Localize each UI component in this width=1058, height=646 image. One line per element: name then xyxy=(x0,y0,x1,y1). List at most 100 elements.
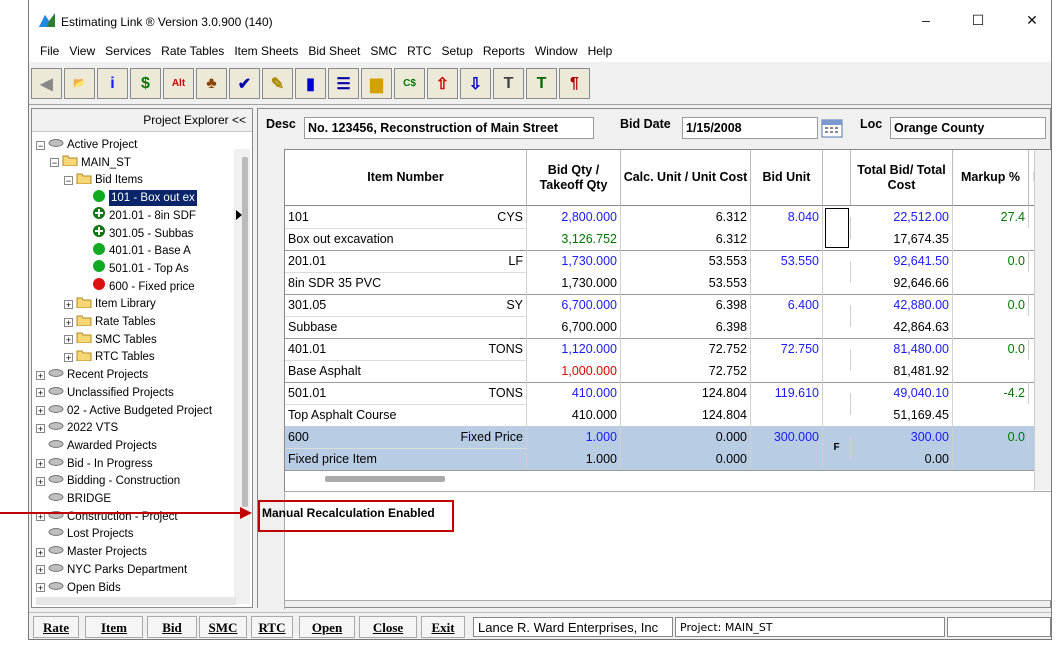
unit-cost[interactable]: 72.752 xyxy=(621,360,751,382)
item-unit[interactable]: SY xyxy=(405,294,527,316)
menu-rtc[interactable]: RTC xyxy=(402,44,436,58)
expand-toggle-icon[interactable]: − xyxy=(64,175,73,185)
expand-toggle-icon[interactable]: + xyxy=(64,299,73,309)
takeoff-qty[interactable]: 6,700.000 xyxy=(527,316,621,338)
export-button[interactable]: ⇩ xyxy=(460,68,491,99)
bid-button[interactable]: Bid xyxy=(147,616,197,638)
total-bid[interactable]: 49,040.10 xyxy=(851,382,953,404)
markup-percent[interactable]: 0.0 xyxy=(953,294,1029,316)
unit-cost[interactable]: 124.804 xyxy=(621,404,751,426)
item-description[interactable]: Top Asphalt Course xyxy=(285,404,527,426)
markup-percent[interactable]: -4.2 xyxy=(953,382,1029,404)
tree-item[interactable]: +2022 VTS xyxy=(36,419,118,437)
item-unit[interactable]: TONS xyxy=(405,382,527,404)
expand-toggle-icon[interactable]: + xyxy=(36,406,45,416)
takeoff-qty[interactable]: 3,126.752 xyxy=(527,228,621,250)
column-header[interactable]: Calc. Unit / Unit Cost xyxy=(621,150,751,206)
item-description[interactable]: Base Asphalt xyxy=(285,360,527,382)
close-button[interactable]: Close xyxy=(359,616,417,638)
menu-rate-tables[interactable]: Rate Tables xyxy=(156,44,229,58)
tree-item[interactable]: − Bid Items xyxy=(64,171,143,189)
item-number[interactable]: 501.01 xyxy=(285,382,405,404)
tree-item[interactable]: + Rate Tables xyxy=(64,313,156,331)
expand-toggle-icon[interactable]: + xyxy=(36,565,45,575)
checkmark-button[interactable]: ✔ xyxy=(229,68,260,99)
expand-toggle-icon[interactable]: + xyxy=(64,335,73,345)
minimize-button[interactable]: – xyxy=(909,8,943,32)
book-button[interactable]: ▮ xyxy=(295,68,326,99)
t-table-button[interactable]: T xyxy=(526,68,557,99)
t-button[interactable]: T xyxy=(493,68,524,99)
explorer-scroll-thumb[interactable] xyxy=(242,157,248,507)
total-bid[interactable]: 22,512.00 xyxy=(851,206,953,228)
expand-toggle-icon[interactable]: + xyxy=(64,317,73,327)
list-button[interactable]: ☰ xyxy=(328,68,359,99)
menu-help[interactable]: Help xyxy=(583,44,618,58)
expand-toggle-icon[interactable]: + xyxy=(36,547,45,557)
tree-item[interactable]: − MAIN_ST xyxy=(50,154,131,172)
bid-qty[interactable]: 6,700.000 xyxy=(527,294,621,316)
total-cost[interactable]: 0.00 xyxy=(851,448,953,470)
rate-button[interactable]: Rate xyxy=(33,616,79,638)
item-number[interactable]: 101 xyxy=(285,206,405,228)
menu-services[interactable]: Services xyxy=(100,44,156,58)
bid-unit[interactable]: 6.400 xyxy=(751,294,823,316)
column-header[interactable]: Bid Qty / Takeoff Qty xyxy=(527,150,621,206)
folders-button[interactable]: ▆ xyxy=(361,68,392,99)
column-header[interactable]: Item Number xyxy=(285,150,527,206)
tree-item[interactable]: + Unclassified Projects xyxy=(36,384,174,402)
item-unit[interactable]: Fixed Price xyxy=(405,426,527,448)
markup-percent[interactable]: 0.0 xyxy=(953,426,1029,448)
tree-item[interactable]: + Item Library xyxy=(64,295,156,313)
unit-cost[interactable]: 0.000 xyxy=(621,448,751,470)
tree-item[interactable]: 401.01 - Base A xyxy=(78,242,191,260)
total-bid[interactable]: 42,880.00 xyxy=(851,294,953,316)
item-number[interactable]: 600 xyxy=(285,426,405,448)
total-cost[interactable]: 51,169.45 xyxy=(851,404,953,426)
bid-date-field[interactable]: 1/15/2008 xyxy=(682,117,818,139)
tree-item[interactable]: + Bidding - Construction xyxy=(36,472,180,490)
calc-unit[interactable]: 124.804 xyxy=(621,382,751,404)
maximize-button[interactable]: ☐ xyxy=(961,8,995,32)
rtc-button[interactable]: RTC xyxy=(251,616,293,638)
total-bid[interactable]: 81,480.00 xyxy=(851,338,953,360)
calendar-icon[interactable] xyxy=(820,117,844,139)
open-folder-button[interactable]: 📂 xyxy=(64,68,95,99)
tree-item[interactable]: 301.05 - Subbas xyxy=(78,225,193,243)
info-button[interactable]: i xyxy=(97,68,128,99)
item-unit[interactable]: CYS xyxy=(405,206,527,228)
grid-scrollbar[interactable] xyxy=(1034,150,1051,490)
flag-cell[interactable] xyxy=(823,305,851,327)
item-description[interactable]: Subbase xyxy=(285,316,527,338)
bid-qty[interactable]: 1,120.000 xyxy=(527,338,621,360)
menu-smc[interactable]: SMC xyxy=(365,44,402,58)
tree-item[interactable]: 201.01 - 8in SDF xyxy=(78,207,196,225)
expand-toggle-icon[interactable]: + xyxy=(36,459,45,469)
flag-cell[interactable] xyxy=(823,349,851,371)
takeoff-qty[interactable]: 1,000.000 xyxy=(527,360,621,382)
calc-unit[interactable]: 6.312 xyxy=(621,206,751,228)
column-header[interactable]: Total Bid/ Total Cost xyxy=(851,150,953,206)
unit-cost[interactable]: 53.553 xyxy=(621,272,751,294)
tree-item[interactable]: + NYC Parks Department xyxy=(36,561,187,579)
takeoff-qty[interactable]: 410.000 xyxy=(527,404,621,426)
flag-cell[interactable]: F xyxy=(823,437,851,459)
total-cost[interactable]: 17,674.35 xyxy=(851,228,953,250)
column-header[interactable]: Bid Unit xyxy=(751,150,823,206)
expand-toggle-icon[interactable]: − xyxy=(36,140,45,150)
bid-unit[interactable]: 72.750 xyxy=(751,338,823,360)
calc-unit[interactable]: 72.752 xyxy=(621,338,751,360)
stats-button[interactable]: ¶ xyxy=(559,68,590,99)
item-number[interactable]: 301.05 xyxy=(285,294,405,316)
tree-item[interactable]: + Recent Projects xyxy=(36,366,148,384)
expand-toggle-icon[interactable]: + xyxy=(64,352,73,362)
tree-item[interactable]: 600 - Fixed price xyxy=(78,278,195,296)
column-header[interactable]: Markup % xyxy=(953,150,1029,206)
item-number[interactable]: 401.01 xyxy=(285,338,405,360)
tree-item[interactable]: 501.01 - Top As xyxy=(78,260,189,278)
unit-cost[interactable]: 6.398 xyxy=(621,316,751,338)
bid-qty[interactable]: 1.000 xyxy=(527,426,621,448)
menu-item-sheets[interactable]: Item Sheets xyxy=(229,44,303,58)
total-bid[interactable]: 300.00 xyxy=(851,426,953,448)
markup-percent[interactable]: 27.4 xyxy=(953,206,1029,228)
